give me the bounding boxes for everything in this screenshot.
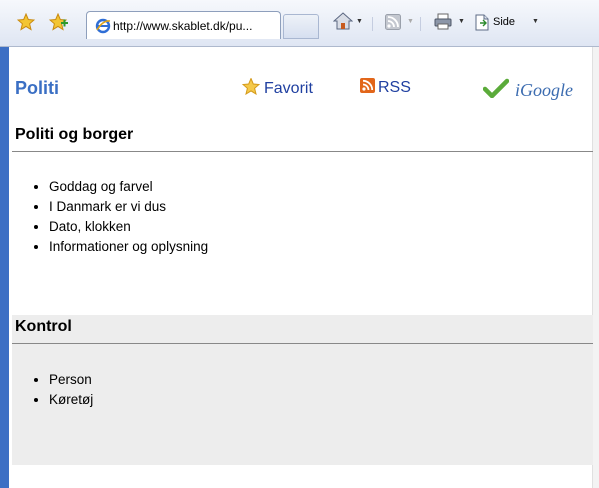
section-title-politi-og-borger: Politi og borger (15, 126, 134, 143)
feeds-dropdown-icon[interactable]: ▼ (407, 18, 414, 25)
toolbar-divider (420, 17, 421, 31)
page-menu-label[interactable]: Side (493, 16, 515, 28)
section-title-kontrol: Kontrol (15, 318, 72, 335)
toolbar-divider (372, 17, 373, 31)
list-item[interactable]: Dato, klokken (49, 217, 208, 237)
list-item[interactable]: Person (49, 370, 93, 390)
print-dropdown-icon[interactable]: ▼ (458, 18, 465, 25)
rss-link-label: RSS (378, 79, 411, 96)
ie-icon (95, 18, 111, 39)
section-2-list: Person Køretøj (19, 370, 93, 410)
favorite-link[interactable]: Favorit (241, 77, 313, 100)
print-icon[interactable] (434, 13, 452, 35)
section-1-list: Goddag og farvel I Danmark er vi dus Dat… (19, 177, 208, 257)
section-divider (12, 343, 593, 344)
page-left-border (0, 47, 9, 488)
tab-title: http://www.skablet.dk/pu... (113, 19, 253, 33)
browser-tab[interactable]: http://www.skablet.dk/pu... (86, 11, 281, 39)
igoogle-logo: iGoogle (515, 80, 573, 100)
add-favorite-icon[interactable] (48, 12, 69, 36)
list-item[interactable]: Informationer og oplysning (49, 237, 208, 257)
section-divider (12, 151, 593, 152)
star-icon (241, 77, 261, 100)
star-icon[interactable] (16, 12, 36, 36)
rss-link[interactable]: RSS (360, 78, 411, 98)
checkmark-icon (482, 78, 510, 103)
page-title[interactable]: Politi (15, 78, 59, 99)
rss-icon (360, 78, 375, 98)
home-icon[interactable] (332, 12, 354, 35)
favorite-link-label: Favorit (264, 80, 313, 97)
scrollbar[interactable] (592, 47, 599, 488)
new-tab-button[interactable] (283, 14, 319, 39)
feeds-icon[interactable] (385, 14, 401, 35)
browser-toolbar: http://www.skablet.dk/pu... ▼ ▼ ▼ Side ▼ (0, 0, 599, 47)
list-item[interactable]: Goddag og farvel (49, 177, 208, 197)
page-icon[interactable] (474, 14, 490, 36)
page-dropdown-icon[interactable]: ▼ (532, 18, 539, 25)
section-kontrol: Kontrol Person Køretøj (12, 315, 593, 465)
list-item[interactable]: I Danmark er vi dus (49, 197, 208, 217)
igoogle-link[interactable]: iGoogle (482, 78, 573, 103)
list-item[interactable]: Køretøj (49, 390, 93, 410)
home-dropdown-icon[interactable]: ▼ (356, 18, 363, 25)
